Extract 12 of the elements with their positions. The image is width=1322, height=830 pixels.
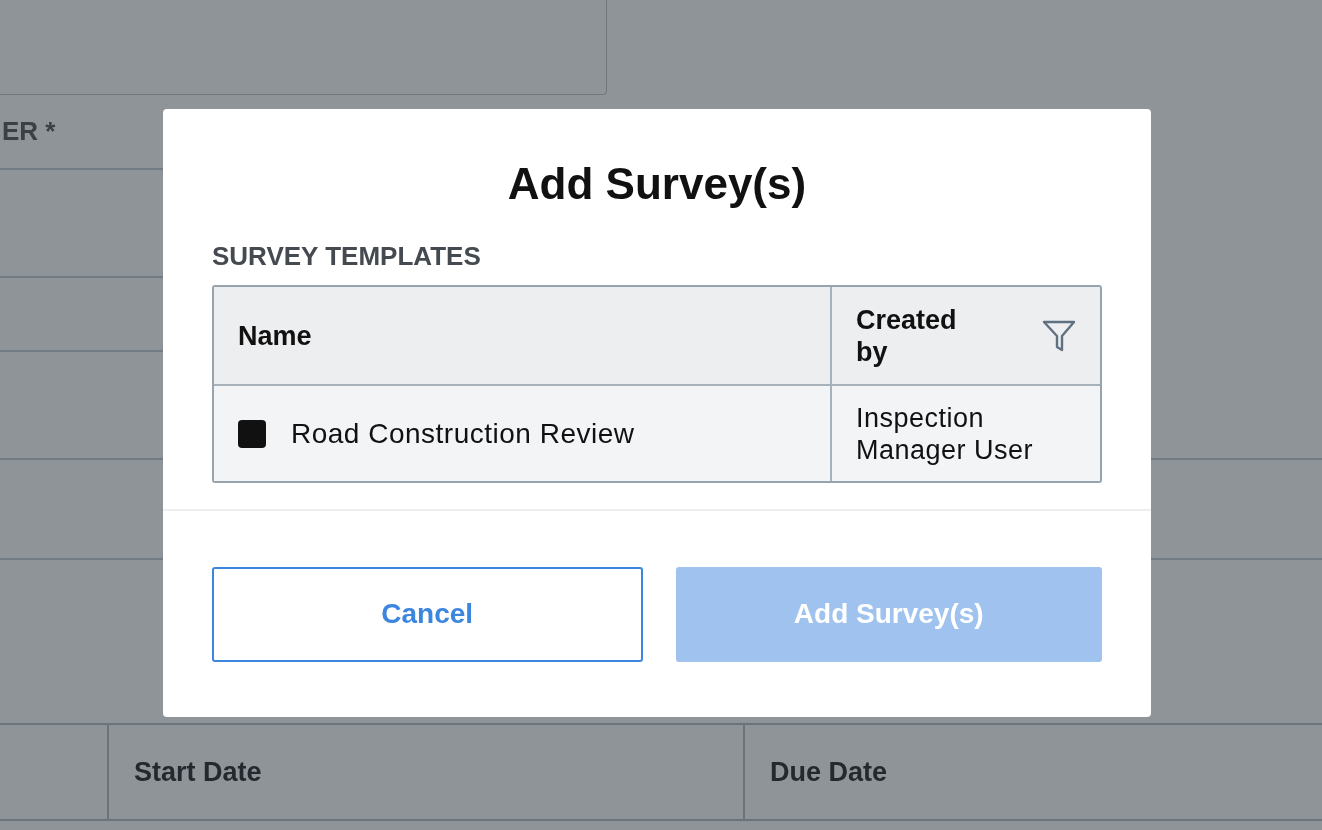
column-header: Start Date [109, 725, 745, 819]
filter-icon[interactable] [1042, 318, 1076, 353]
template-name: Road Construction Review [291, 417, 635, 450]
column-title: Created by [856, 303, 958, 368]
creator-name: Inspection Manager User [856, 401, 1035, 466]
column-header: Due Date [769, 755, 889, 789]
cancel-button[interactable]: Cancel [212, 566, 643, 662]
section-label: SURVEY TEMPLATES [212, 241, 482, 271]
checkbox[interactable] [238, 419, 266, 448]
column-title: Name [238, 319, 312, 352]
field-label: ER * [2, 116, 56, 147]
dialog-title: Add Survey(s) [506, 159, 808, 209]
